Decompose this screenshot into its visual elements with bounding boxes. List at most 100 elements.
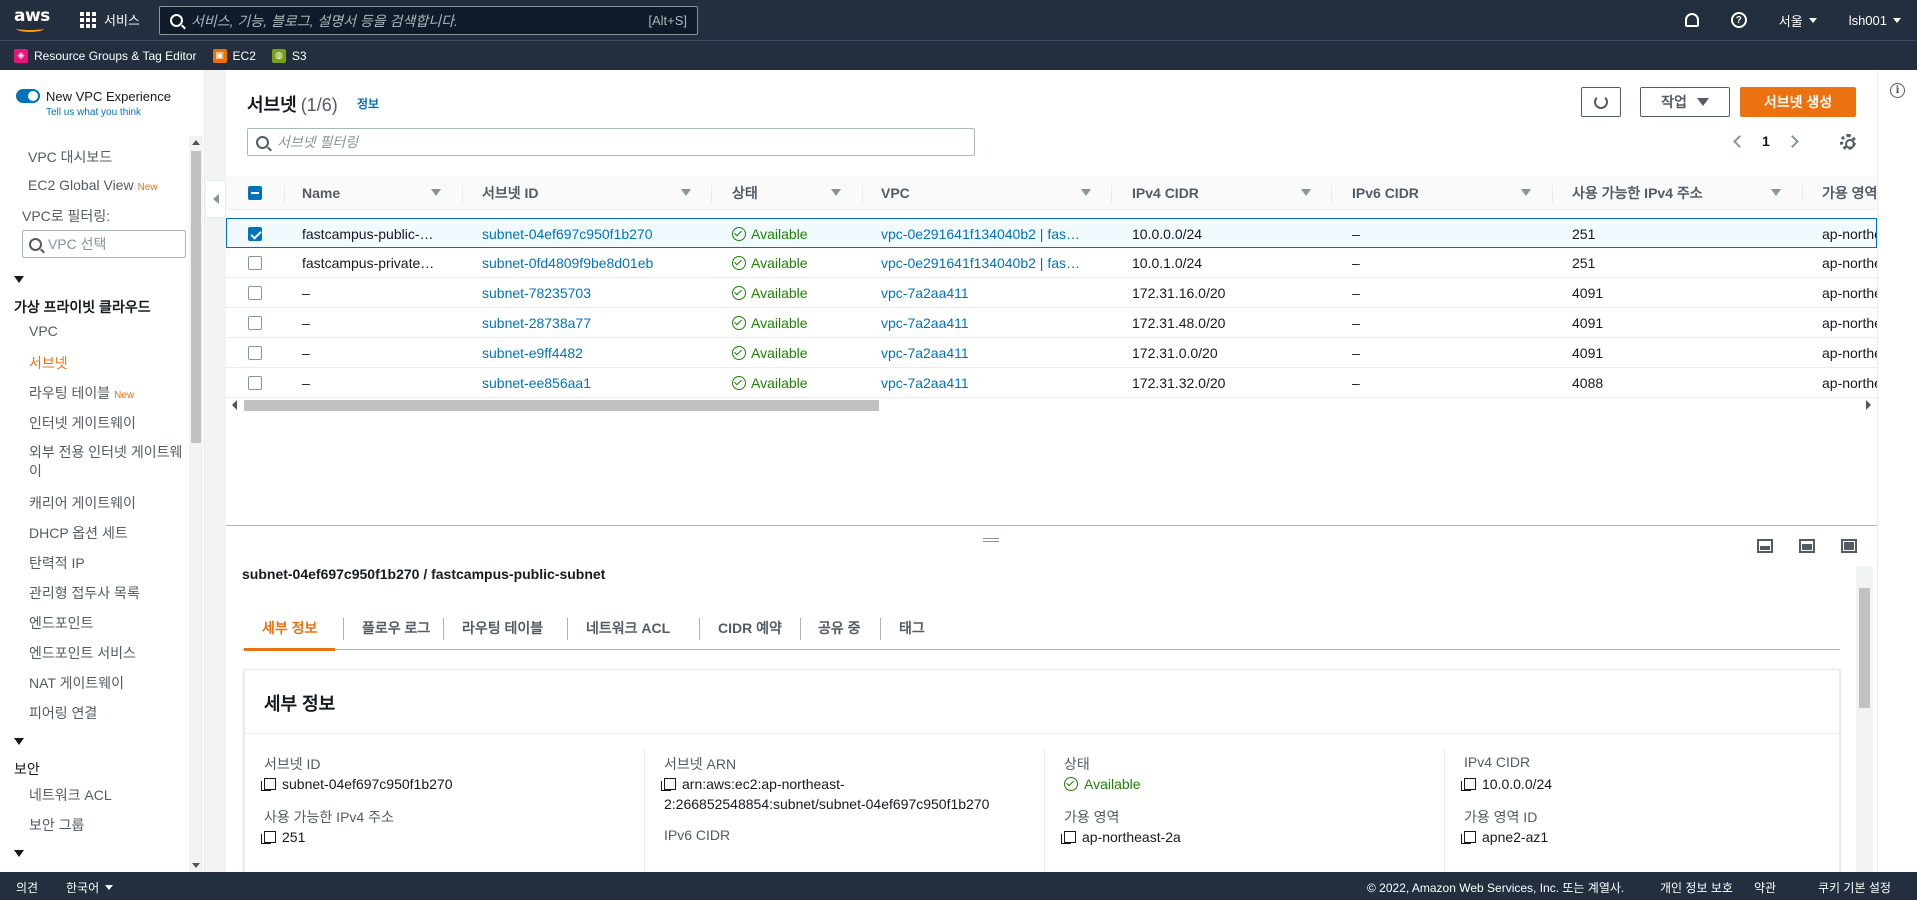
column-header-vpc[interactable]: VPC xyxy=(881,176,910,210)
column-header-ipv4-cidr[interactable]: IPv4 CIDR xyxy=(1132,176,1199,210)
account-menu[interactable]: lsh001 xyxy=(1833,13,1917,28)
services-menu-button[interactable]: 서비스 xyxy=(80,10,140,29)
favorite-resource-groups[interactable]: ◈ Resource Groups & Tag Editor xyxy=(14,48,197,63)
sidebar-item-endpoints[interactable]: 엔드포인트 xyxy=(29,613,93,633)
region-selector[interactable]: 서울 xyxy=(1763,11,1833,30)
sidebar-item-security-groups[interactable]: 보안 그룹 xyxy=(29,815,84,835)
favorite-ec2[interactable]: ▣ EC2 xyxy=(212,48,256,63)
collapse-security-section-icon[interactable] xyxy=(14,738,24,745)
sidebar-item-egress-only-gateways[interactable]: 외부 전용 인터넷 게이트웨이 xyxy=(29,443,184,481)
vpc-link[interactable]: vpc-7a2aa411 xyxy=(881,338,969,368)
collapse-sidebar-button[interactable] xyxy=(206,180,226,218)
terms-link[interactable]: 약관 xyxy=(1754,879,1776,896)
table-row[interactable]: – subnet-78235703 Available vpc-7a2aa411… xyxy=(226,278,1877,308)
vpc-link[interactable]: vpc-7a2aa411 xyxy=(881,368,969,398)
collapse-vpc-section-icon[interactable] xyxy=(14,276,24,283)
sidebar-item-dhcp-options[interactable]: DHCP 옵션 세트 xyxy=(29,523,128,543)
tab-tags[interactable]: 태그 xyxy=(899,606,925,650)
row-checkbox[interactable] xyxy=(248,248,262,278)
subnet-id-link[interactable]: subnet-ee856aa1 xyxy=(482,368,591,398)
sidebar-item-elastic-ips[interactable]: 탄력적 IP xyxy=(29,553,85,573)
sidebar-item-peering[interactable]: 피어링 연결 xyxy=(29,703,97,723)
copy-icon[interactable] xyxy=(1061,831,1076,844)
column-header-availability-zone[interactable]: 가용 영역 xyxy=(1822,176,1877,210)
panel-side-icon[interactable] xyxy=(1799,539,1815,553)
table-row[interactable]: fastcampus-public-… subnet-04ef697c950f1… xyxy=(226,218,1877,248)
column-header-ipv6-cidr[interactable]: IPv6 CIDR xyxy=(1352,176,1419,210)
subnet-id-link[interactable]: subnet-28738a77 xyxy=(482,308,591,338)
toggle-switch[interactable] xyxy=(16,89,40,103)
chevron-right-icon[interactable] xyxy=(1785,134,1799,148)
feedback-link[interactable]: Tell us what you think xyxy=(46,107,171,118)
privacy-link[interactable]: 개인 정보 보호 xyxy=(1660,879,1733,896)
subnet-id-link[interactable]: subnet-78235703 xyxy=(482,278,591,308)
sidebar-item-nat-gateways[interactable]: NAT 게이트웨이 xyxy=(29,673,124,693)
copy-icon[interactable] xyxy=(1461,778,1476,791)
vpc-link[interactable]: vpc-0e291641f134040b2 | fas… xyxy=(881,248,1101,278)
tab-details[interactable]: 세부 정보 xyxy=(243,606,336,651)
select-all-checkbox[interactable] xyxy=(248,176,262,210)
cookie-preferences-link[interactable]: 쿠키 기본 설정 xyxy=(1818,879,1891,896)
tab-flow-logs[interactable]: 플로우 로그 xyxy=(362,606,430,650)
row-checkbox[interactable] xyxy=(248,368,262,398)
language-selector[interactable]: 한국어 xyxy=(66,879,114,896)
create-subnet-button[interactable]: 서브넷 생성 xyxy=(1740,87,1856,117)
row-checkbox[interactable] xyxy=(248,338,262,368)
details-scrollbar[interactable] xyxy=(1856,566,1873,873)
subnet-id-link[interactable]: subnet-0fd4809f9be8d01eb xyxy=(482,248,653,278)
help-button[interactable]: ? xyxy=(1715,12,1763,28)
feedback-link[interactable]: 의견 xyxy=(16,879,38,896)
sidebar-item-vpc-dashboard[interactable]: VPC 대시보드 xyxy=(28,147,112,167)
new-vpc-experience-toggle[interactable]: New VPC Experience Tell us what you thin… xyxy=(16,88,171,118)
aws-logo[interactable]: aws xyxy=(14,6,50,34)
sidebar-item-carrier-gateways[interactable]: 캐리어 게이트웨이 xyxy=(29,493,136,513)
table-row[interactable]: – subnet-ee856aa1 Available vpc-7a2aa411… xyxy=(226,368,1877,398)
vpc-link[interactable]: vpc-7a2aa411 xyxy=(881,308,969,338)
column-header-available-ipv4[interactable]: 사용 가능한 IPv4 주소 xyxy=(1572,176,1703,210)
copy-icon[interactable] xyxy=(661,778,676,791)
column-header-state[interactable]: 상태 xyxy=(732,176,758,210)
tab-sharing[interactable]: 공유 중 xyxy=(818,606,861,650)
collapse-next-section-icon[interactable] xyxy=(14,850,24,857)
column-header-name[interactable]: Name xyxy=(302,176,340,210)
sidebar-item-internet-gateways[interactable]: 인터넷 게이트웨이 xyxy=(29,413,136,433)
favorite-s3[interactable]: ◍ S3 xyxy=(271,48,307,63)
subnet-id-link[interactable]: subnet-04ef697c950f1b270 xyxy=(482,219,652,249)
sort-icon[interactable] xyxy=(681,189,691,196)
sidebar-item-subnets[interactable]: 서브넷 xyxy=(29,353,68,373)
row-checkbox[interactable] xyxy=(248,308,262,338)
column-header-subnet-id[interactable]: 서브넷 ID xyxy=(482,176,539,210)
actions-button[interactable]: 작업 xyxy=(1640,87,1730,117)
sidebar-scrollbar[interactable] xyxy=(189,136,203,872)
tab-cidr-reservations[interactable]: CIDR 예약 xyxy=(718,606,782,650)
table-row[interactable]: – subnet-e9ff4482 Available vpc-7a2aa411… xyxy=(226,338,1877,368)
current-page[interactable]: 1 xyxy=(1762,133,1770,149)
chevron-left-icon[interactable] xyxy=(1733,134,1746,148)
vpc-select[interactable] xyxy=(22,230,186,258)
notifications-button[interactable] xyxy=(1669,13,1715,27)
sort-icon[interactable] xyxy=(831,189,841,196)
row-checkbox[interactable] xyxy=(248,278,262,308)
sidebar-item-prefix-lists[interactable]: 관리형 접두사 목록 xyxy=(29,583,140,603)
resize-handle[interactable] xyxy=(983,538,999,542)
table-row[interactable]: – subnet-28738a77 Available vpc-7a2aa411… xyxy=(226,308,1877,338)
sidebar-item-route-tables[interactable]: 라우팅 테이블 New xyxy=(29,383,134,403)
table-horizontal-scrollbar[interactable] xyxy=(232,397,1871,413)
tab-network-acl[interactable]: 네트워크 ACL xyxy=(586,606,670,650)
global-search-input[interactable] xyxy=(191,12,649,29)
sort-icon[interactable] xyxy=(431,189,441,196)
subnet-id-link[interactable]: subnet-e9ff4482 xyxy=(482,338,583,368)
sidebar-item-vpc[interactable]: VPC xyxy=(29,323,58,339)
sort-icon[interactable] xyxy=(1771,189,1781,196)
refresh-button[interactable] xyxy=(1581,87,1621,117)
subnet-filter-input[interactable] xyxy=(277,134,957,150)
table-row[interactable]: fastcampus-private… subnet-0fd4809f9be8d… xyxy=(226,248,1877,278)
subnet-filter[interactable] xyxy=(247,128,975,156)
vpc-select-input[interactable] xyxy=(48,236,168,252)
tab-route-table[interactable]: 라우팅 테이블 xyxy=(462,606,543,650)
sort-icon[interactable] xyxy=(1081,189,1091,196)
global-search[interactable]: [Alt+S] xyxy=(159,6,698,35)
sort-icon[interactable] xyxy=(1521,189,1531,196)
copy-icon[interactable] xyxy=(261,778,276,791)
copy-icon[interactable] xyxy=(1461,831,1476,844)
